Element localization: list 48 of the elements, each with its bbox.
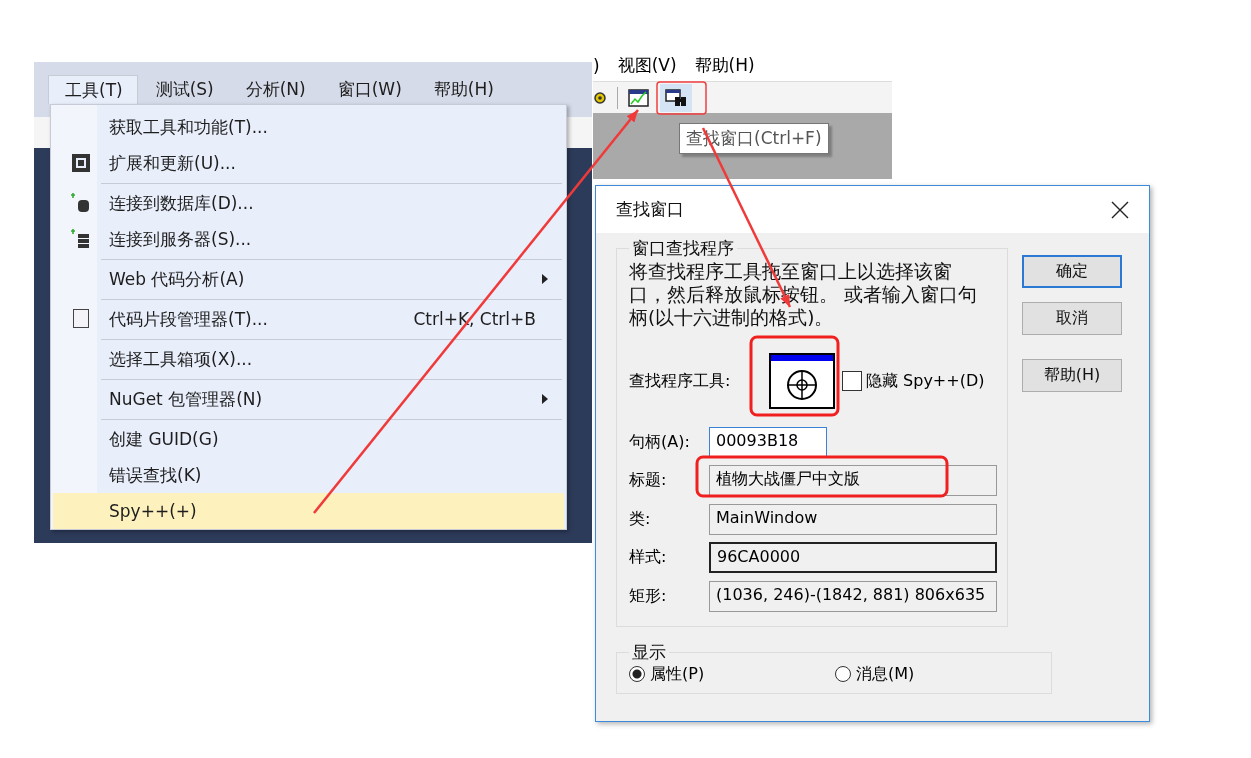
- text-field[interactable]: (1036, 246)-(1842, 881) 806x635: [709, 580, 997, 612]
- field-label: 类:: [629, 508, 652, 530]
- text-field[interactable]: MainWindow: [709, 503, 997, 535]
- text-field[interactable]: 植物大战僵尸中文版: [709, 465, 997, 497]
- close-icon[interactable]: [1111, 200, 1129, 219]
- hide-spy-checkbox[interactable]: 隐藏 Spy++(D): [842, 370, 985, 392]
- menu-bar-item[interactable]: 测试(S): [139, 75, 228, 104]
- menu-item[interactable]: 获取工具和功能(T)...: [53, 109, 564, 145]
- menu-item[interactable]: 连接到数据库(D)...: [53, 185, 564, 221]
- submenu-arrow-icon: [542, 274, 548, 284]
- dialog-button[interactable]: 帮助(H): [1022, 359, 1122, 392]
- database-icon: [70, 192, 92, 214]
- radio-label[interactable]: 消息(M): [856, 663, 915, 685]
- radio-button[interactable]: [835, 666, 851, 682]
- find-window-button[interactable]: [660, 83, 692, 112]
- chart-window-icon[interactable]: [628, 87, 650, 108]
- menu-bar-item[interactable]: 工具(T): [48, 75, 138, 104]
- field-label: 句柄(A):: [629, 431, 691, 453]
- group-title: 显示: [631, 640, 667, 664]
- radio-label[interactable]: 属性(P): [650, 663, 705, 685]
- submenu-arrow-icon: [542, 394, 548, 404]
- group-title: 窗口查找程序: [631, 237, 735, 260]
- menu-bar-item[interactable]: 分析(N): [229, 75, 320, 104]
- finder-tool-icon[interactable]: [769, 353, 835, 409]
- finder-tool-label: 查找程序工具:: [629, 370, 732, 392]
- menu-item[interactable]: 创建 GUID(G): [53, 421, 564, 457]
- gear-icon[interactable]: [593, 90, 607, 105]
- menu-bar-item[interactable]: 视图(V): [617, 54, 677, 77]
- field-label: 标题:: [629, 470, 668, 492]
- field-label: 样式:: [629, 547, 668, 569]
- menu-bar-item[interactable]: 帮助(H): [417, 75, 508, 104]
- field-label: 矩形:: [629, 585, 668, 607]
- menu-item[interactable]: Spy++(+): [53, 493, 564, 529]
- server-icon: [70, 228, 92, 250]
- dialog-button[interactable]: 取消: [1022, 302, 1122, 335]
- window-title: 查找窗口: [616, 198, 684, 221]
- menu-bar-item[interactable]: 帮助(H): [694, 54, 755, 77]
- text-field[interactable]: 96CA0000: [709, 542, 997, 574]
- dialog-button[interactable]: 确定: [1022, 255, 1122, 288]
- window-binoculars-icon: [665, 87, 687, 108]
- menu-bar-item[interactable]: 窗口(W): [321, 75, 416, 104]
- text-field[interactable]: 00093B18: [709, 426, 827, 458]
- menu-item[interactable]: 错误查找(K): [53, 457, 564, 493]
- puzzle-icon: [71, 153, 91, 173]
- highlight-frame: [656, 81, 707, 115]
- menu-bar-item[interactable]: ): [593, 55, 600, 76]
- snippet-icon: [72, 308, 90, 330]
- radio-button[interactable]: [629, 666, 645, 682]
